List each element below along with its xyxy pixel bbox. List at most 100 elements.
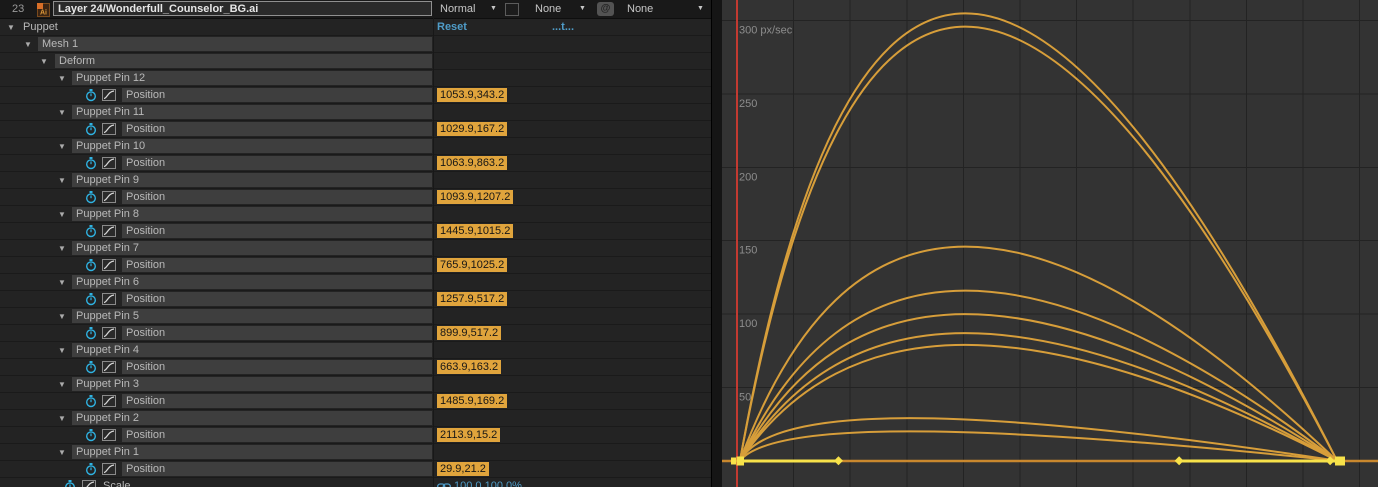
stopwatch-icon[interactable] (85, 429, 97, 445)
puppet-pin-label-bar[interactable]: Puppet Pin 11 (72, 105, 432, 119)
position-label-bar[interactable]: Position (122, 122, 432, 136)
graph-background[interactable] (722, 0, 1378, 487)
track-matte-swatch[interactable] (505, 2, 519, 16)
position-label-bar[interactable]: Position (122, 326, 432, 340)
collapse-triangle-icon[interactable]: ▼ (58, 278, 66, 287)
puppet-pin-group-row[interactable]: ▼ Puppet Pin 3 (0, 376, 712, 393)
deform-label-bar[interactable]: Deform (55, 54, 432, 68)
parent-pickwhip-icon[interactable]: @ (597, 2, 614, 16)
graph-editor-icon[interactable] (102, 429, 116, 444)
stopwatch-icon[interactable] (85, 361, 97, 377)
position-property-row[interactable]: Position 1063.9,863.2 (0, 155, 712, 172)
stopwatch-icon[interactable] (85, 123, 97, 139)
position-property-row[interactable]: Position 1257.9,517.2 (0, 291, 712, 308)
position-label-bar[interactable]: Position (122, 224, 432, 238)
puppet-pin-label-bar[interactable]: Puppet Pin 12 (72, 71, 432, 85)
position-value-badge[interactable]: 899.9,517.2 (437, 326, 502, 340)
graph-editor-icon[interactable] (102, 191, 116, 206)
stopwatch-icon[interactable] (85, 157, 97, 173)
graph-editor-icon[interactable] (102, 123, 116, 138)
stopwatch-icon[interactable] (85, 225, 97, 241)
position-value-badge[interactable]: 1257.9,517.2 (437, 292, 508, 306)
position-property-row[interactable]: Position 1445.9,1015.2 (0, 223, 712, 240)
position-value-badge[interactable]: 1063.9,863.2 (437, 156, 508, 170)
puppet-pin-group-row[interactable]: ▼ Puppet Pin 4 (0, 342, 712, 359)
position-label-bar[interactable]: Position (122, 88, 432, 102)
graph-editor-icon[interactable] (102, 327, 116, 342)
mesh-label-bar[interactable]: Mesh 1 (38, 37, 432, 51)
collapse-triangle-icon[interactable]: ▼ (7, 23, 15, 32)
position-label-bar[interactable]: Position (122, 360, 432, 374)
collapse-triangle-icon[interactable]: ▼ (58, 244, 66, 253)
stopwatch-icon[interactable] (85, 395, 97, 411)
deform-group-row[interactable]: ▼ Deform (0, 53, 712, 70)
graph-editor-icon[interactable] (102, 89, 116, 104)
stopwatch-icon[interactable] (85, 89, 97, 105)
position-value-badge[interactable]: 1445.9,1015.2 (437, 224, 514, 238)
graph-editor-icon[interactable] (102, 157, 116, 172)
position-property-row[interactable]: Position 899.9,517.2 (0, 325, 712, 342)
puppet-pin-group-row[interactable]: ▼ Puppet Pin 9 (0, 172, 712, 189)
collapse-triangle-icon[interactable]: ▼ (58, 414, 66, 423)
graph-editor-icon[interactable] (102, 395, 116, 410)
scale-value[interactable]: 100.0,100.0% (454, 480, 522, 487)
keyframe-square[interactable] (1335, 456, 1345, 466)
collapse-triangle-icon[interactable]: ▼ (58, 210, 66, 219)
reset-link[interactable]: Reset (437, 21, 467, 33)
collapse-triangle-icon[interactable]: ▼ (58, 108, 66, 117)
position-property-row[interactable]: Position 1029.9,167.2 (0, 121, 712, 138)
collapse-triangle-icon[interactable]: ▼ (58, 142, 66, 151)
blend-mode-arrow-icon[interactable]: ▼ (490, 5, 497, 12)
collapse-triangle-icon[interactable]: ▼ (58, 448, 66, 457)
position-property-row[interactable]: Position 29.9,21.2 (0, 461, 712, 478)
position-label-bar[interactable]: Position (122, 428, 432, 442)
stopwatch-icon[interactable] (85, 327, 97, 343)
position-value-badge[interactable]: 29.9,21.2 (437, 462, 489, 476)
puppet-pin-group-row[interactable]: ▼ Puppet Pin 8 (0, 206, 712, 223)
position-property-row[interactable]: Position 1053.9,343.2 (0, 87, 712, 104)
collapse-triangle-icon[interactable]: ▼ (58, 176, 66, 185)
puppet-pin-label-bar[interactable]: Puppet Pin 7 (72, 241, 432, 255)
position-value-badge[interactable]: 1093.9,1207.2 (437, 190, 514, 204)
keyframe-square[interactable] (731, 457, 736, 465)
position-property-row[interactable]: Position 663.9,163.2 (0, 359, 712, 376)
collapse-triangle-icon[interactable]: ▼ (24, 40, 32, 49)
graph-editor-icon[interactable] (102, 463, 116, 478)
position-property-row[interactable]: Position 2113.9,15.2 (0, 427, 712, 444)
collapse-triangle-icon[interactable]: ▼ (40, 57, 48, 66)
puppet-pin-group-row[interactable]: ▼ Puppet Pin 7 (0, 240, 712, 257)
blend-mode-dropdown[interactable]: Normal (440, 3, 475, 15)
graph-editor-icon[interactable] (102, 225, 116, 240)
puppet-pin-group-row[interactable]: ▼ Puppet Pin 12 (0, 70, 712, 87)
puppet-pin-group-row[interactable]: ▼ Puppet Pin 10 (0, 138, 712, 155)
constrain-link-icon[interactable] (437, 482, 451, 487)
puppet-pin-group-row[interactable]: ▼ Puppet Pin 5 (0, 308, 712, 325)
position-value-badge[interactable]: 2113.9,15.2 (437, 428, 501, 442)
collapse-triangle-icon[interactable]: ▼ (58, 346, 66, 355)
position-value-badge[interactable]: 663.9,163.2 (437, 360, 502, 374)
position-value-badge[interactable]: 1485.9,169.2 (437, 394, 508, 408)
parent-dropdown[interactable]: None (627, 3, 653, 15)
position-property-row[interactable]: Position 765.9,1025.2 (0, 257, 712, 274)
stopwatch-icon[interactable] (85, 259, 97, 275)
stopwatch-icon[interactable] (85, 191, 97, 207)
puppet-pin-label-bar[interactable]: Puppet Pin 10 (72, 139, 432, 153)
animation-preset-link[interactable]: ...t... (552, 21, 574, 33)
graph-editor-icon[interactable] (82, 480, 96, 487)
scale-row[interactable]: Scale 100.0,100.0% (0, 478, 712, 487)
keyframe-square[interactable] (736, 456, 745, 466)
puppet-pin-label-bar[interactable]: Puppet Pin 1 (72, 445, 432, 459)
puppet-pin-group-row[interactable]: ▼ Puppet Pin 2 (0, 410, 712, 427)
puppet-pin-label-bar[interactable]: Puppet Pin 5 (72, 309, 432, 323)
puppet-pin-label-bar[interactable]: Puppet Pin 4 (72, 343, 432, 357)
puppet-pin-label-bar[interactable]: Puppet Pin 3 (72, 377, 432, 391)
puppet-pin-group-row[interactable]: ▼ Puppet Pin 11 (0, 104, 712, 121)
puppet-pin-group-row[interactable]: ▼ Puppet Pin 6 (0, 274, 712, 291)
graph-editor-icon[interactable] (102, 361, 116, 376)
track-matte-dropdown[interactable]: None (535, 3, 561, 15)
layer-row[interactable]: 23 Ai Layer 24/Wonderfull_Counselor_BG.a… (0, 0, 712, 19)
position-property-row[interactable]: Position 1093.9,1207.2 (0, 189, 712, 206)
position-label-bar[interactable]: Position (122, 258, 432, 272)
position-label-bar[interactable]: Position (122, 462, 432, 476)
puppet-pin-label-bar[interactable]: Puppet Pin 8 (72, 207, 432, 221)
